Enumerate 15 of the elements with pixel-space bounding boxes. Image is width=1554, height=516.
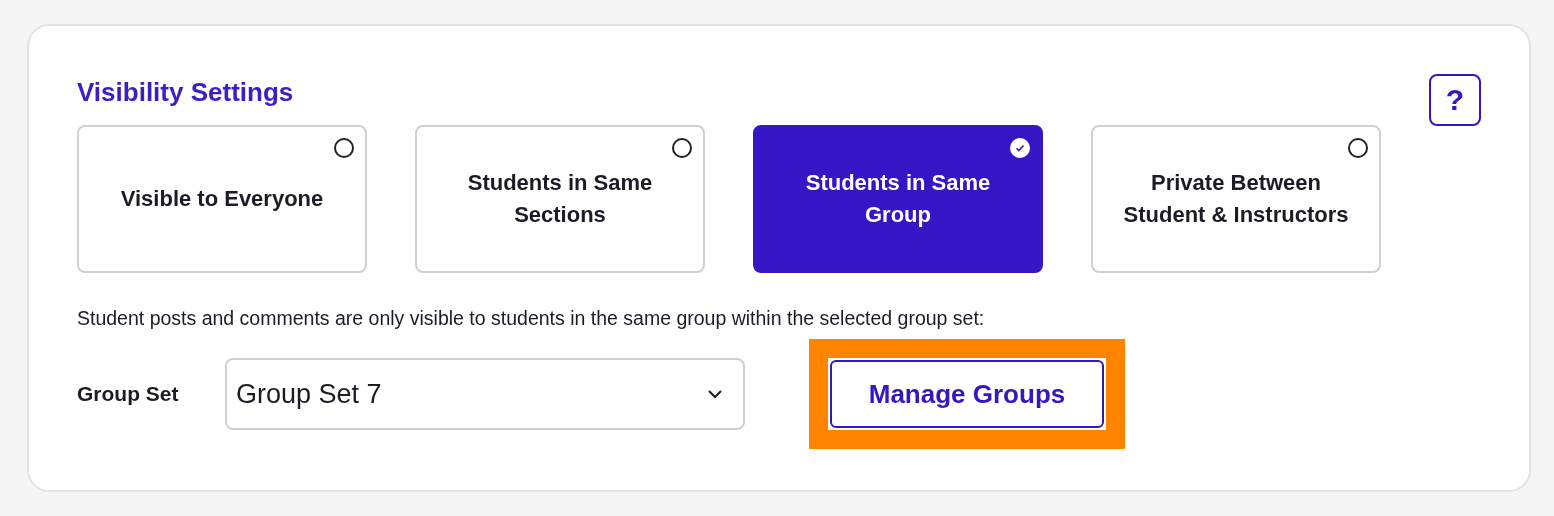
group-set-select[interactable]: Group Set 7 <box>225 358 745 430</box>
visibility-option[interactable]: Students in Same Sections <box>415 125 705 273</box>
group-set-label: Group Set <box>77 382 180 406</box>
checked-radio-icon <box>1010 138 1030 158</box>
visibility-option[interactable]: Visible to Everyone <box>77 125 367 273</box>
help-button[interactable]: ? <box>1429 74 1481 126</box>
visibility-option[interactable]: Students in Same Group <box>753 125 1043 273</box>
manage-groups-button[interactable]: Manage Groups <box>830 360 1104 428</box>
radio-icon <box>1348 138 1368 158</box>
chevron-down-icon <box>707 389 723 399</box>
radio-icon <box>672 138 692 158</box>
radio-icon <box>334 138 354 158</box>
description-text: Student posts and comments are only visible to students in the same group within the selected group set: <box>77 306 986 331</box>
visibility-option[interactable]: Private Between Student & Instructors <box>1091 125 1381 273</box>
section-title: Visibility Settings <box>77 76 294 109</box>
